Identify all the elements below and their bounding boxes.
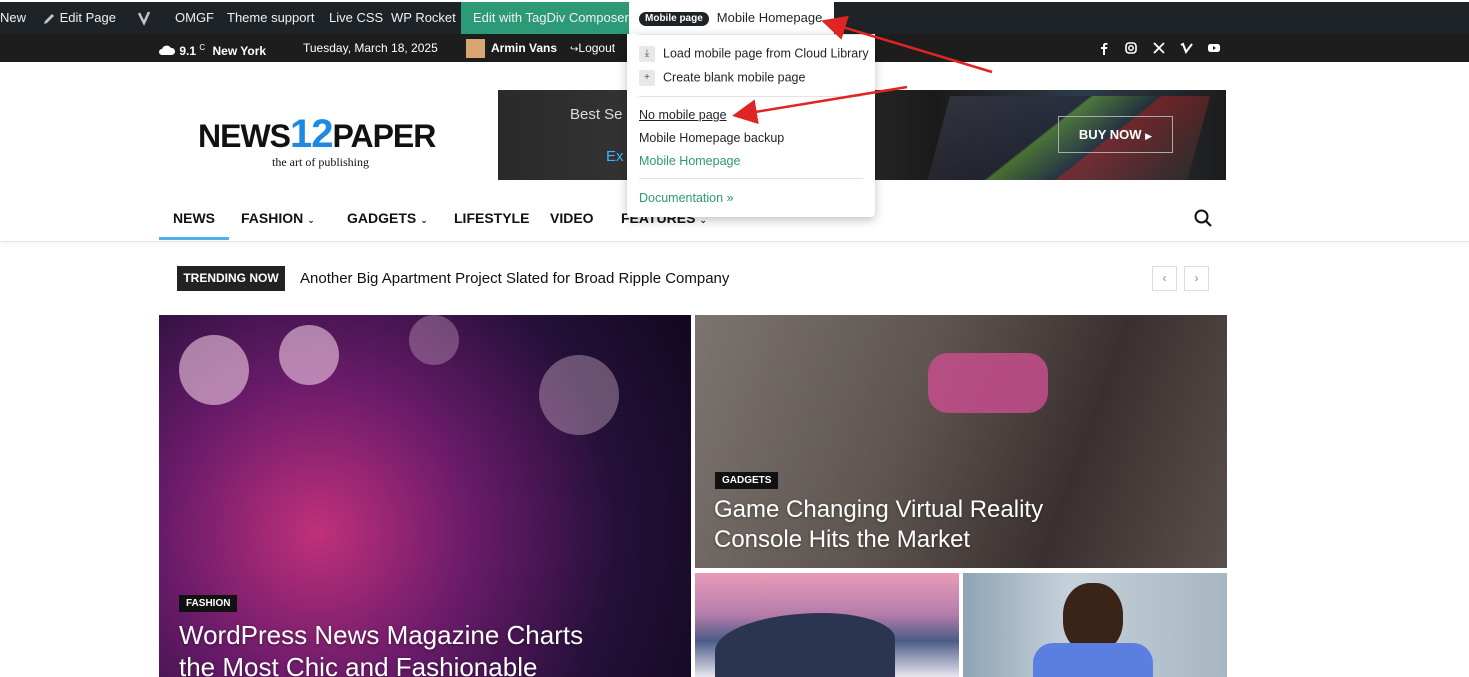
no-mobile-page-item[interactable]: No mobile page xyxy=(639,108,727,122)
weather-widget: 9.1 C New York xyxy=(158,34,266,62)
menu-label: Create blank mobile page xyxy=(663,70,806,85)
mobile-homepage-backup-item[interactable]: Mobile Homepage backup xyxy=(639,131,784,145)
chevron-right-icon: ▶ xyxy=(1145,131,1153,141)
chevron-left-icon: ‹ xyxy=(1162,271,1167,285)
cloud-icon xyxy=(159,45,176,55)
user-link[interactable]: Armin Vans xyxy=(466,34,557,62)
trending-next-button[interactable]: › xyxy=(1184,266,1209,291)
search-icon[interactable] xyxy=(1193,208,1213,228)
facebook-icon[interactable] xyxy=(1097,41,1111,55)
chevron-down-icon: ⌄ xyxy=(307,215,315,225)
avatar xyxy=(466,39,485,59)
admin-edit-page-label: Edit Page xyxy=(59,10,116,25)
chevron-right-icon: › xyxy=(1194,271,1199,285)
site-logo[interactable]: NEWS12PAPER the art of publishing xyxy=(198,112,443,170)
banner-text-1: Best Se xyxy=(570,106,623,123)
bokeh-light xyxy=(409,315,459,365)
load-cloud-library-item[interactable]: ⤓ Load mobile page from Cloud Library xyxy=(639,46,869,62)
admin-tagdiv-composer-button[interactable]: Edit with TagDiv Composer xyxy=(461,2,641,34)
category-badge[interactable]: GADGETS xyxy=(715,472,779,489)
weather-city: New York xyxy=(212,44,267,58)
bokeh-light xyxy=(539,355,619,435)
category-badge[interactable]: FASHION xyxy=(179,595,238,612)
admin-new-link[interactable]: New xyxy=(0,2,26,34)
card-title-line: Console Hits the Market xyxy=(714,526,971,553)
logo-tagline: the art of publishing xyxy=(272,155,369,169)
logo-left: NEWS xyxy=(198,118,291,154)
weather-temp: 9.1 xyxy=(179,44,197,58)
mobile-page-badge: Mobile page xyxy=(639,11,709,26)
featured-card-santorini[interactable] xyxy=(695,573,959,677)
shirt-image xyxy=(1033,643,1153,677)
trending-prev-button[interactable]: ‹ xyxy=(1152,266,1177,291)
instagram-icon[interactable] xyxy=(1124,41,1138,55)
dropdown-divider xyxy=(639,178,863,179)
download-icon: ⤓ xyxy=(639,46,655,62)
nav-item-lifestyle[interactable]: LIFESTYLE xyxy=(454,196,529,240)
featured-card-man[interactable] xyxy=(963,573,1227,677)
plus-icon: + xyxy=(639,70,655,86)
create-blank-mobile-page-item[interactable]: + Create blank mobile page xyxy=(639,70,805,86)
user-name: Armin Vans xyxy=(491,41,558,55)
nav-item-gadgets[interactable]: GADGETS ⌄ xyxy=(347,196,428,240)
dropdown-divider xyxy=(639,34,863,35)
nav-label: FASHION xyxy=(241,210,304,226)
logout-link[interactable]: ↪Logout xyxy=(570,34,615,62)
admin-live-css-link[interactable]: Live CSS xyxy=(329,2,383,34)
bokeh-light xyxy=(279,325,339,385)
admin-wp-rocket-link[interactable]: WP Rocket xyxy=(391,2,456,34)
nav-item-video[interactable]: VIDEO xyxy=(550,196,594,240)
vr-headset-image xyxy=(928,353,1048,413)
logo-right: PAPER xyxy=(332,118,437,154)
top-bar-date: Tuesday, March 18, 2025 xyxy=(303,41,438,55)
card-title-line: the Most Chic and Fashionable xyxy=(179,652,538,677)
pencil-icon xyxy=(44,13,54,24)
card-title[interactable]: Game Changing Virtual Reality Console Hit… xyxy=(714,495,1043,555)
documentation-link[interactable]: Documentation » xyxy=(639,191,734,205)
yoast-icon[interactable] xyxy=(136,2,152,34)
nav-label: NEWS xyxy=(173,210,215,226)
island-image xyxy=(715,613,895,677)
x-icon[interactable] xyxy=(1152,41,1166,55)
mobile-page-dropdown: ⤓ Load mobile page from Cloud Library + Cr… xyxy=(627,34,875,217)
banner-text-2: Ex xyxy=(606,148,624,165)
dropdown-divider xyxy=(639,96,863,97)
chevron-down-icon: ⌄ xyxy=(420,215,428,225)
wp-admin-bar: New Edit Page OMGF Theme support Live CS… xyxy=(0,2,1469,34)
nav-label: GADGETS xyxy=(347,210,417,226)
admin-mobile-page-menu[interactable]: Mobile page Mobile Homepage xyxy=(629,2,835,34)
logo-number: 12 xyxy=(290,112,333,156)
featured-card-gadgets[interactable]: GADGETS Game Changing Virtual Reality Con… xyxy=(695,315,1227,568)
nav-label: VIDEO xyxy=(550,210,594,226)
admin-edit-page-link[interactable]: Edit Page xyxy=(42,2,116,34)
featured-card-fashion[interactable]: FASHION WordPress News Magazine Charts th… xyxy=(159,315,691,677)
admin-theme-support-link[interactable]: Theme support xyxy=(227,2,314,34)
menu-label: Load mobile page from Cloud Library xyxy=(663,46,869,61)
bokeh-light xyxy=(179,335,249,405)
nav-item-fashion[interactable]: FASHION ⌄ xyxy=(241,196,315,240)
weather-unit: C xyxy=(199,43,206,52)
buy-now-label: BUY NOW xyxy=(1078,127,1142,142)
nav-item-news[interactable]: NEWS xyxy=(159,196,229,240)
trending-now-label: TRENDING NOW xyxy=(177,266,285,291)
admin-omgf-link[interactable]: OMGF xyxy=(175,2,214,34)
card-title-line: WordPress News Magazine Charts xyxy=(179,620,584,650)
mobile-homepage-item[interactable]: Mobile Homepage xyxy=(639,154,740,168)
youtube-icon[interactable] xyxy=(1207,41,1221,55)
trending-headline-link[interactable]: Another Big Apartment Project Slated for… xyxy=(300,266,729,291)
logout-label: Logout xyxy=(578,41,616,55)
buy-now-button[interactable]: BUY NOW ▶ xyxy=(1058,116,1173,153)
logo-wordmark: NEWS12PAPER xyxy=(198,112,443,157)
mobile-current-label: Mobile Homepage xyxy=(716,10,823,25)
vimeo-icon[interactable] xyxy=(1180,41,1194,55)
nav-label: LIFESTYLE xyxy=(454,210,530,226)
card-title-line: Game Changing Virtual Reality xyxy=(714,496,1044,523)
card-title[interactable]: WordPress News Magazine Charts the Most C… xyxy=(179,619,583,677)
